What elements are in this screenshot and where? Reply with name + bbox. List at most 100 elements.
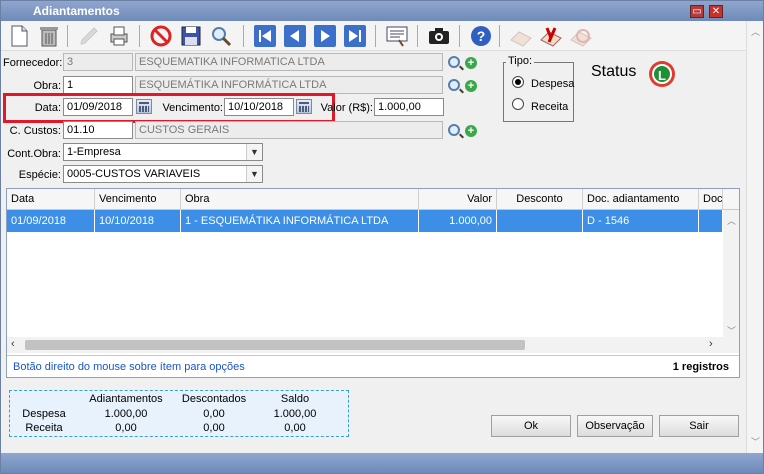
- toolbar-separator: [417, 25, 418, 47]
- valor-label: Valor (R$):: [320, 102, 373, 114]
- scroll-down-icon[interactable]: ﹀: [727, 324, 736, 337]
- form-scrollbar[interactable]: ︿ ﹀: [746, 21, 763, 453]
- toolbar-separator: [459, 25, 460, 47]
- svg-text:?: ?: [477, 28, 486, 44]
- ccustos-search-icon[interactable]: [448, 124, 460, 136]
- ccustos-label: C. Custos:: [9, 125, 61, 137]
- horizontal-scrollbar[interactable]: ‹ ›: [7, 337, 739, 353]
- col-header-doc-adiantamento[interactable]: Doc. adiantamento: [583, 189, 699, 210]
- ccustos-code-field[interactable]: 01.10: [63, 121, 133, 139]
- contobra-label: Cont.Obra:: [7, 148, 61, 160]
- summary-row-label: Despesa: [22, 408, 66, 420]
- trash-icon[interactable]: [37, 24, 61, 48]
- cell-doc: [699, 210, 723, 232]
- fornecedor-label: Fornecedor:: [3, 57, 63, 69]
- status-strip: [1, 453, 763, 473]
- toolbar-separator: [67, 25, 68, 47]
- search-icon[interactable]: [209, 24, 233, 48]
- especie-select[interactable]: 0005-CUSTOS VARIAVEIS ▼: [63, 165, 263, 183]
- cancel-icon[interactable]: [149, 24, 173, 48]
- table-footer: Botão direito do mouse sobre ítem para o…: [7, 355, 739, 377]
- close-button[interactable]: ✕: [709, 5, 723, 18]
- cell-obra: 1 - ESQUEMÁTIKA INFORMÁTICA LTDA: [181, 210, 419, 232]
- fornecedor-code-field[interactable]: 3: [63, 53, 133, 71]
- fornecedor-name-field: ESQUEMATIKA INFORMATICA LTDA: [135, 53, 443, 71]
- data-calendar-icon[interactable]: [136, 99, 152, 114]
- scroll-up-icon[interactable]: ︿: [751, 25, 760, 38]
- first-record-icon[interactable]: [253, 24, 277, 48]
- summary-header-saldo: Saldo: [280, 393, 310, 405]
- help-icon[interactable]: ?: [469, 24, 493, 48]
- scroll-left-icon[interactable]: ‹: [11, 338, 15, 350]
- data-label: Data:: [34, 102, 61, 114]
- summary-panel: Adiantamentos Descontados Saldo Despesa …: [9, 390, 349, 437]
- cell-desconto: [497, 210, 583, 232]
- next-record-icon[interactable]: [313, 24, 337, 48]
- chevron-down-icon[interactable]: ▼: [246, 144, 262, 160]
- cell-vencimento: 10/10/2018: [95, 210, 181, 232]
- camera-icon[interactable]: [427, 24, 451, 48]
- toolbar-separator: [243, 25, 244, 47]
- record-count: 1 registros: [672, 361, 729, 373]
- contobra-value: 1-Empresa: [67, 146, 121, 158]
- col-header-data[interactable]: Data: [7, 189, 95, 210]
- tipo-despesa-label[interactable]: Despesa: [531, 78, 574, 90]
- col-header-desconto[interactable]: Desconto: [497, 189, 583, 210]
- tipo-label: Tipo:: [506, 55, 535, 67]
- valor-field[interactable]: 1.000,00: [374, 98, 444, 116]
- table-row[interactable]: 01/09/2018 10/10/2018 1 - ESQUEMÁTIKA IN…: [7, 210, 723, 232]
- fornecedor-add-icon[interactable]: +: [465, 57, 477, 69]
- col-header-valor[interactable]: Valor: [419, 189, 497, 210]
- new-document-icon[interactable]: [7, 24, 31, 48]
- summary-row-label: Receita: [25, 422, 63, 434]
- cell-valor: 1.000,00: [419, 210, 497, 232]
- obra-code-field[interactable]: 1: [63, 76, 133, 94]
- ok-button[interactable]: Ok: [491, 415, 571, 437]
- summary-value: 0,00: [203, 408, 225, 420]
- ccustos-name-field: CUSTOS GERAIS: [135, 121, 443, 139]
- table-hint: Botão direito do mouse sobre ítem para o…: [13, 361, 245, 373]
- tipo-receita-radio[interactable]: [512, 98, 524, 110]
- sign-icon[interactable]: [539, 24, 563, 48]
- contobra-select[interactable]: 1-Empresa ▼: [63, 143, 263, 161]
- summary-value: 0,00: [284, 422, 306, 434]
- vencimento-label: Vencimento:: [162, 102, 223, 114]
- approve-disabled-icon: [510, 31, 532, 47]
- summary-header-adiantamentos: Adiantamentos: [89, 393, 163, 405]
- especie-label: Espécie:: [18, 169, 61, 181]
- vertical-scrollbar[interactable]: ︿ ﹀: [723, 210, 739, 338]
- save-icon[interactable]: [179, 24, 203, 48]
- vencimento-field[interactable]: 10/10/2018: [224, 98, 294, 116]
- cell-doc-adiantamento: D - 1546: [583, 210, 699, 232]
- col-header-vencimento[interactable]: Vencimento: [95, 189, 181, 210]
- data-field[interactable]: 01/09/2018: [63, 98, 133, 116]
- summary-header-descontados: Descontados: [181, 393, 247, 405]
- vencimento-calendar-icon[interactable]: [296, 99, 312, 114]
- obra-search-icon[interactable]: [448, 79, 460, 91]
- obra-add-icon[interactable]: +: [465, 80, 477, 92]
- scroll-down-icon[interactable]: ﹀: [751, 435, 760, 448]
- observacao-button[interactable]: Observação: [577, 415, 653, 437]
- scroll-right-icon[interactable]: ›: [709, 338, 713, 350]
- chevron-down-icon[interactable]: ▼: [246, 166, 262, 182]
- restore-button[interactable]: ▭: [690, 5, 704, 18]
- especie-value: 0005-CUSTOS VARIAVEIS: [67, 168, 201, 180]
- table-header: Data Vencimento Obra Valor Desconto Doc.…: [7, 189, 739, 210]
- tipo-despesa-radio[interactable]: [512, 76, 524, 88]
- last-record-icon[interactable]: [343, 24, 367, 48]
- scroll-up-icon[interactable]: ︿: [727, 214, 736, 227]
- ccustos-add-icon[interactable]: +: [465, 125, 477, 137]
- previous-record-icon[interactable]: [283, 24, 307, 48]
- col-header-obra[interactable]: Obra: [181, 189, 419, 210]
- edit-disabled-icon: [80, 27, 98, 45]
- print-icon[interactable]: [107, 24, 131, 48]
- tipo-receita-label[interactable]: Receita: [531, 101, 568, 113]
- tipo-group: [503, 62, 574, 122]
- fornecedor-search-icon[interactable]: [448, 56, 460, 68]
- horizontal-scroll-thumb[interactable]: [25, 340, 525, 350]
- col-header-doc[interactable]: Doc: [699, 189, 723, 210]
- report-icon[interactable]: [385, 24, 409, 48]
- records-table: Data Vencimento Obra Valor Desconto Doc.…: [6, 188, 740, 378]
- sair-button[interactable]: Sair: [659, 415, 739, 437]
- obra-label: Obra:: [33, 80, 61, 92]
